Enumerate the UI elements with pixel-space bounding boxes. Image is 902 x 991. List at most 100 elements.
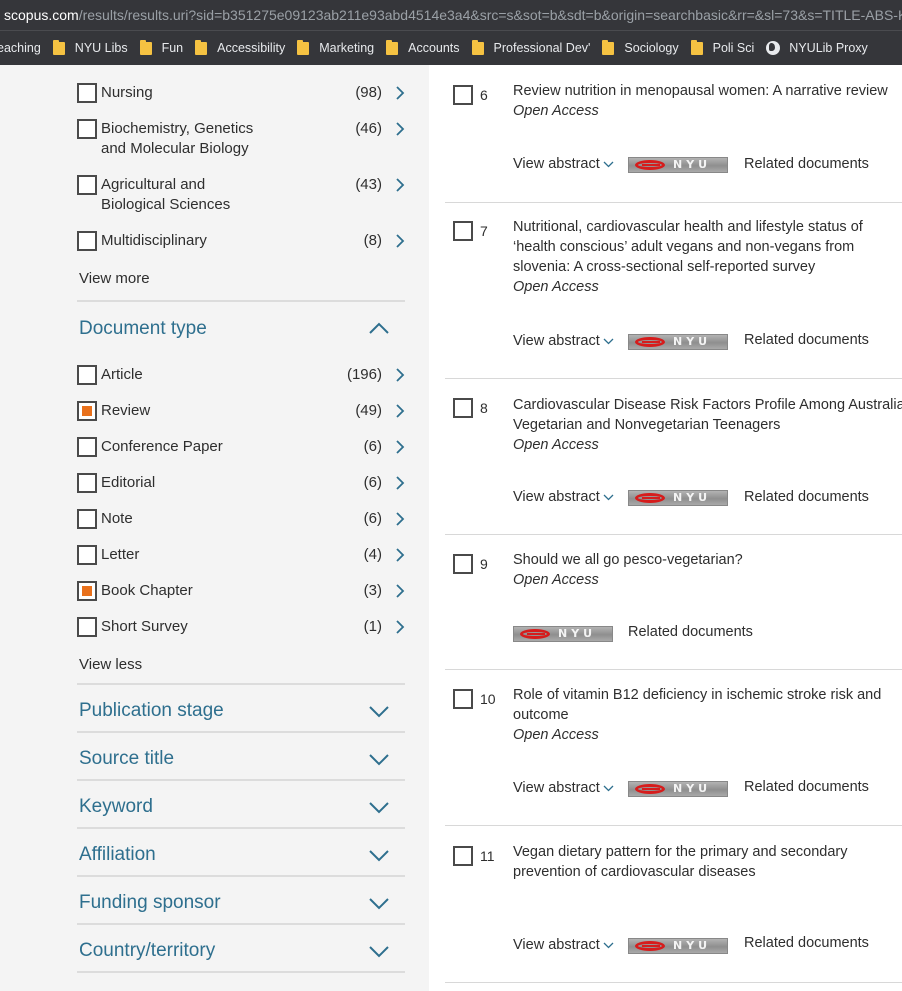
chevron-right-icon[interactable]: [393, 476, 407, 490]
related-documents-link[interactable]: Related documents: [744, 330, 869, 350]
related-documents-link[interactable]: Related documents: [744, 777, 869, 797]
nyu-badge-text: NYU: [673, 335, 712, 348]
document-type-header[interactable]: Document type: [79, 317, 207, 341]
view-abstract-button[interactable]: View abstract: [513, 331, 614, 351]
chevron-down-icon[interactable]: [368, 753, 390, 767]
section-divider: [77, 971, 405, 973]
result-checkbox[interactable]: [453, 554, 473, 574]
chevron-right-icon[interactable]: [393, 178, 407, 192]
chevron-down-icon[interactable]: [368, 849, 390, 863]
nyu-getit-button[interactable]: NYU: [628, 938, 728, 954]
section-source-title[interactable]: Source title: [79, 747, 174, 771]
bookmark-professional-dev[interactable]: Professional Dev': [471, 39, 591, 55]
chevron-down-icon[interactable]: [368, 897, 390, 911]
view-abstract-button[interactable]: View abstract: [513, 154, 614, 174]
chevron-up-icon[interactable]: [368, 321, 390, 335]
section-country-territory[interactable]: Country/territory: [79, 939, 215, 963]
result-checkbox[interactable]: [453, 398, 473, 418]
nyu-getit-button[interactable]: NYU: [628, 490, 728, 506]
filter-checkbox[interactable]: [77, 365, 97, 385]
filter-checkbox[interactable]: [77, 231, 97, 251]
result-title[interactable]: Review nutrition in menopausal women: A …: [513, 81, 902, 101]
filter-checkbox[interactable]: [77, 119, 97, 139]
bookmark-nyulib-proxy[interactable]: NYULib Proxy: [766, 41, 868, 55]
address-bar[interactable]: scopus.com/results/results.uri?sid=b3512…: [0, 0, 902, 30]
nyu-getit-button[interactable]: NYU: [628, 334, 728, 350]
open-access-label: Open Access: [513, 437, 599, 453]
filter-checkbox[interactable]: [77, 175, 97, 195]
view-more-link[interactable]: View more: [79, 269, 150, 289]
chevron-right-icon[interactable]: [393, 620, 407, 634]
filter-checkbox[interactable]: [77, 83, 97, 103]
nyu-getit-button[interactable]: NYU: [513, 626, 613, 642]
section-affiliation[interactable]: Affiliation: [79, 843, 156, 867]
result-title[interactable]: Vegan dietary pattern for the primary an…: [513, 842, 883, 882]
result-title[interactable]: Should we all go pesco-vegetarian?: [513, 550, 902, 570]
chevron-right-icon[interactable]: [393, 368, 407, 382]
filter-count: (46): [355, 120, 382, 137]
folder-icon: [139, 39, 152, 55]
filter-count: (8): [363, 232, 382, 249]
chevron-right-icon[interactable]: [393, 440, 407, 454]
chevron-right-icon[interactable]: [393, 548, 407, 562]
related-documents-link[interactable]: Related documents: [744, 933, 869, 953]
result-title[interactable]: Role of vitamin B12 deficiency in ischem…: [513, 685, 898, 725]
chevron-down-icon[interactable]: [368, 705, 390, 719]
nyu-getit-button[interactable]: NYU: [628, 781, 728, 797]
nyu-badge-text: NYU: [673, 158, 712, 171]
bookmark-poli-sci[interactable]: Poli Sci: [690, 39, 754, 55]
related-documents-link[interactable]: Related documents: [744, 487, 869, 507]
filter-checkbox[interactable]: [77, 545, 97, 565]
bookmark-nyu-libs[interactable]: NYU Libs: [52, 39, 128, 55]
bookmark-fun[interactable]: Fun: [139, 39, 183, 55]
chevron-right-icon[interactable]: [393, 234, 407, 248]
result-checkbox[interactable]: [453, 221, 473, 241]
filter-checkbox[interactable]: [77, 581, 97, 601]
filter-checkbox[interactable]: [77, 509, 97, 529]
bookmark-label: Professional Dev': [493, 41, 591, 55]
bookmark-label: NYULib Proxy: [789, 41, 868, 55]
bookmark-accessibility[interactable]: Accessibility: [195, 39, 285, 55]
view-abstract-button[interactable]: View abstract: [513, 935, 614, 955]
result-number: 8: [480, 400, 488, 416]
view-abstract-button[interactable]: View abstract: [513, 487, 614, 507]
chevron-right-icon[interactable]: [393, 86, 407, 100]
result-title[interactable]: Cardiovascular Disease Risk Factors Prof…: [513, 395, 902, 435]
view-abstract-button[interactable]: View abstract: [513, 778, 614, 798]
chevron-right-icon[interactable]: [393, 584, 407, 598]
related-documents-link[interactable]: Related documents: [744, 154, 869, 174]
section-funding-sponsor[interactable]: Funding sponsor: [79, 891, 221, 915]
section-keyword[interactable]: Keyword: [79, 795, 153, 819]
filter-count: (1): [363, 618, 382, 635]
filter-checkbox[interactable]: [77, 401, 97, 421]
filter-label: Conference Paper: [101, 438, 223, 455]
view-abstract-label: View abstract: [513, 937, 600, 953]
bookmark-marketing[interactable]: Marketing: [297, 39, 374, 55]
chevron-right-icon[interactable]: [393, 512, 407, 526]
filter-label: Short Survey: [101, 618, 188, 635]
filter-label: Article: [101, 366, 143, 383]
filter-checkbox[interactable]: [77, 473, 97, 493]
chevron-down-icon[interactable]: [368, 945, 390, 959]
result-title[interactable]: Nutritional, cardiovascular health and l…: [513, 217, 883, 277]
bookmark-teaching[interactable]: eaching: [0, 41, 41, 55]
nyu-getit-button[interactable]: NYU: [628, 157, 728, 173]
bookmark-accounts[interactable]: Accounts: [386, 39, 460, 55]
filter-checkbox[interactable]: [77, 437, 97, 457]
folder-icon: [52, 39, 65, 55]
filter-checkbox[interactable]: [77, 617, 97, 637]
open-access-label: Open Access: [513, 279, 599, 295]
chevron-down-icon[interactable]: [368, 801, 390, 815]
chevron-right-icon[interactable]: [393, 122, 407, 136]
result-checkbox[interactable]: [453, 85, 473, 105]
folder-icon: [386, 39, 399, 55]
open-access-label: Open Access: [513, 572, 599, 588]
result-checkbox[interactable]: [453, 846, 473, 866]
bookmark-sociology[interactable]: Sociology: [602, 39, 679, 55]
chevron-right-icon[interactable]: [393, 404, 407, 418]
view-less-link[interactable]: View less: [79, 655, 142, 675]
related-documents-link[interactable]: Related documents: [628, 622, 753, 642]
section-publication-stage[interactable]: Publication stage: [79, 699, 224, 723]
result-number: 9: [480, 556, 488, 572]
result-checkbox[interactable]: [453, 689, 473, 709]
